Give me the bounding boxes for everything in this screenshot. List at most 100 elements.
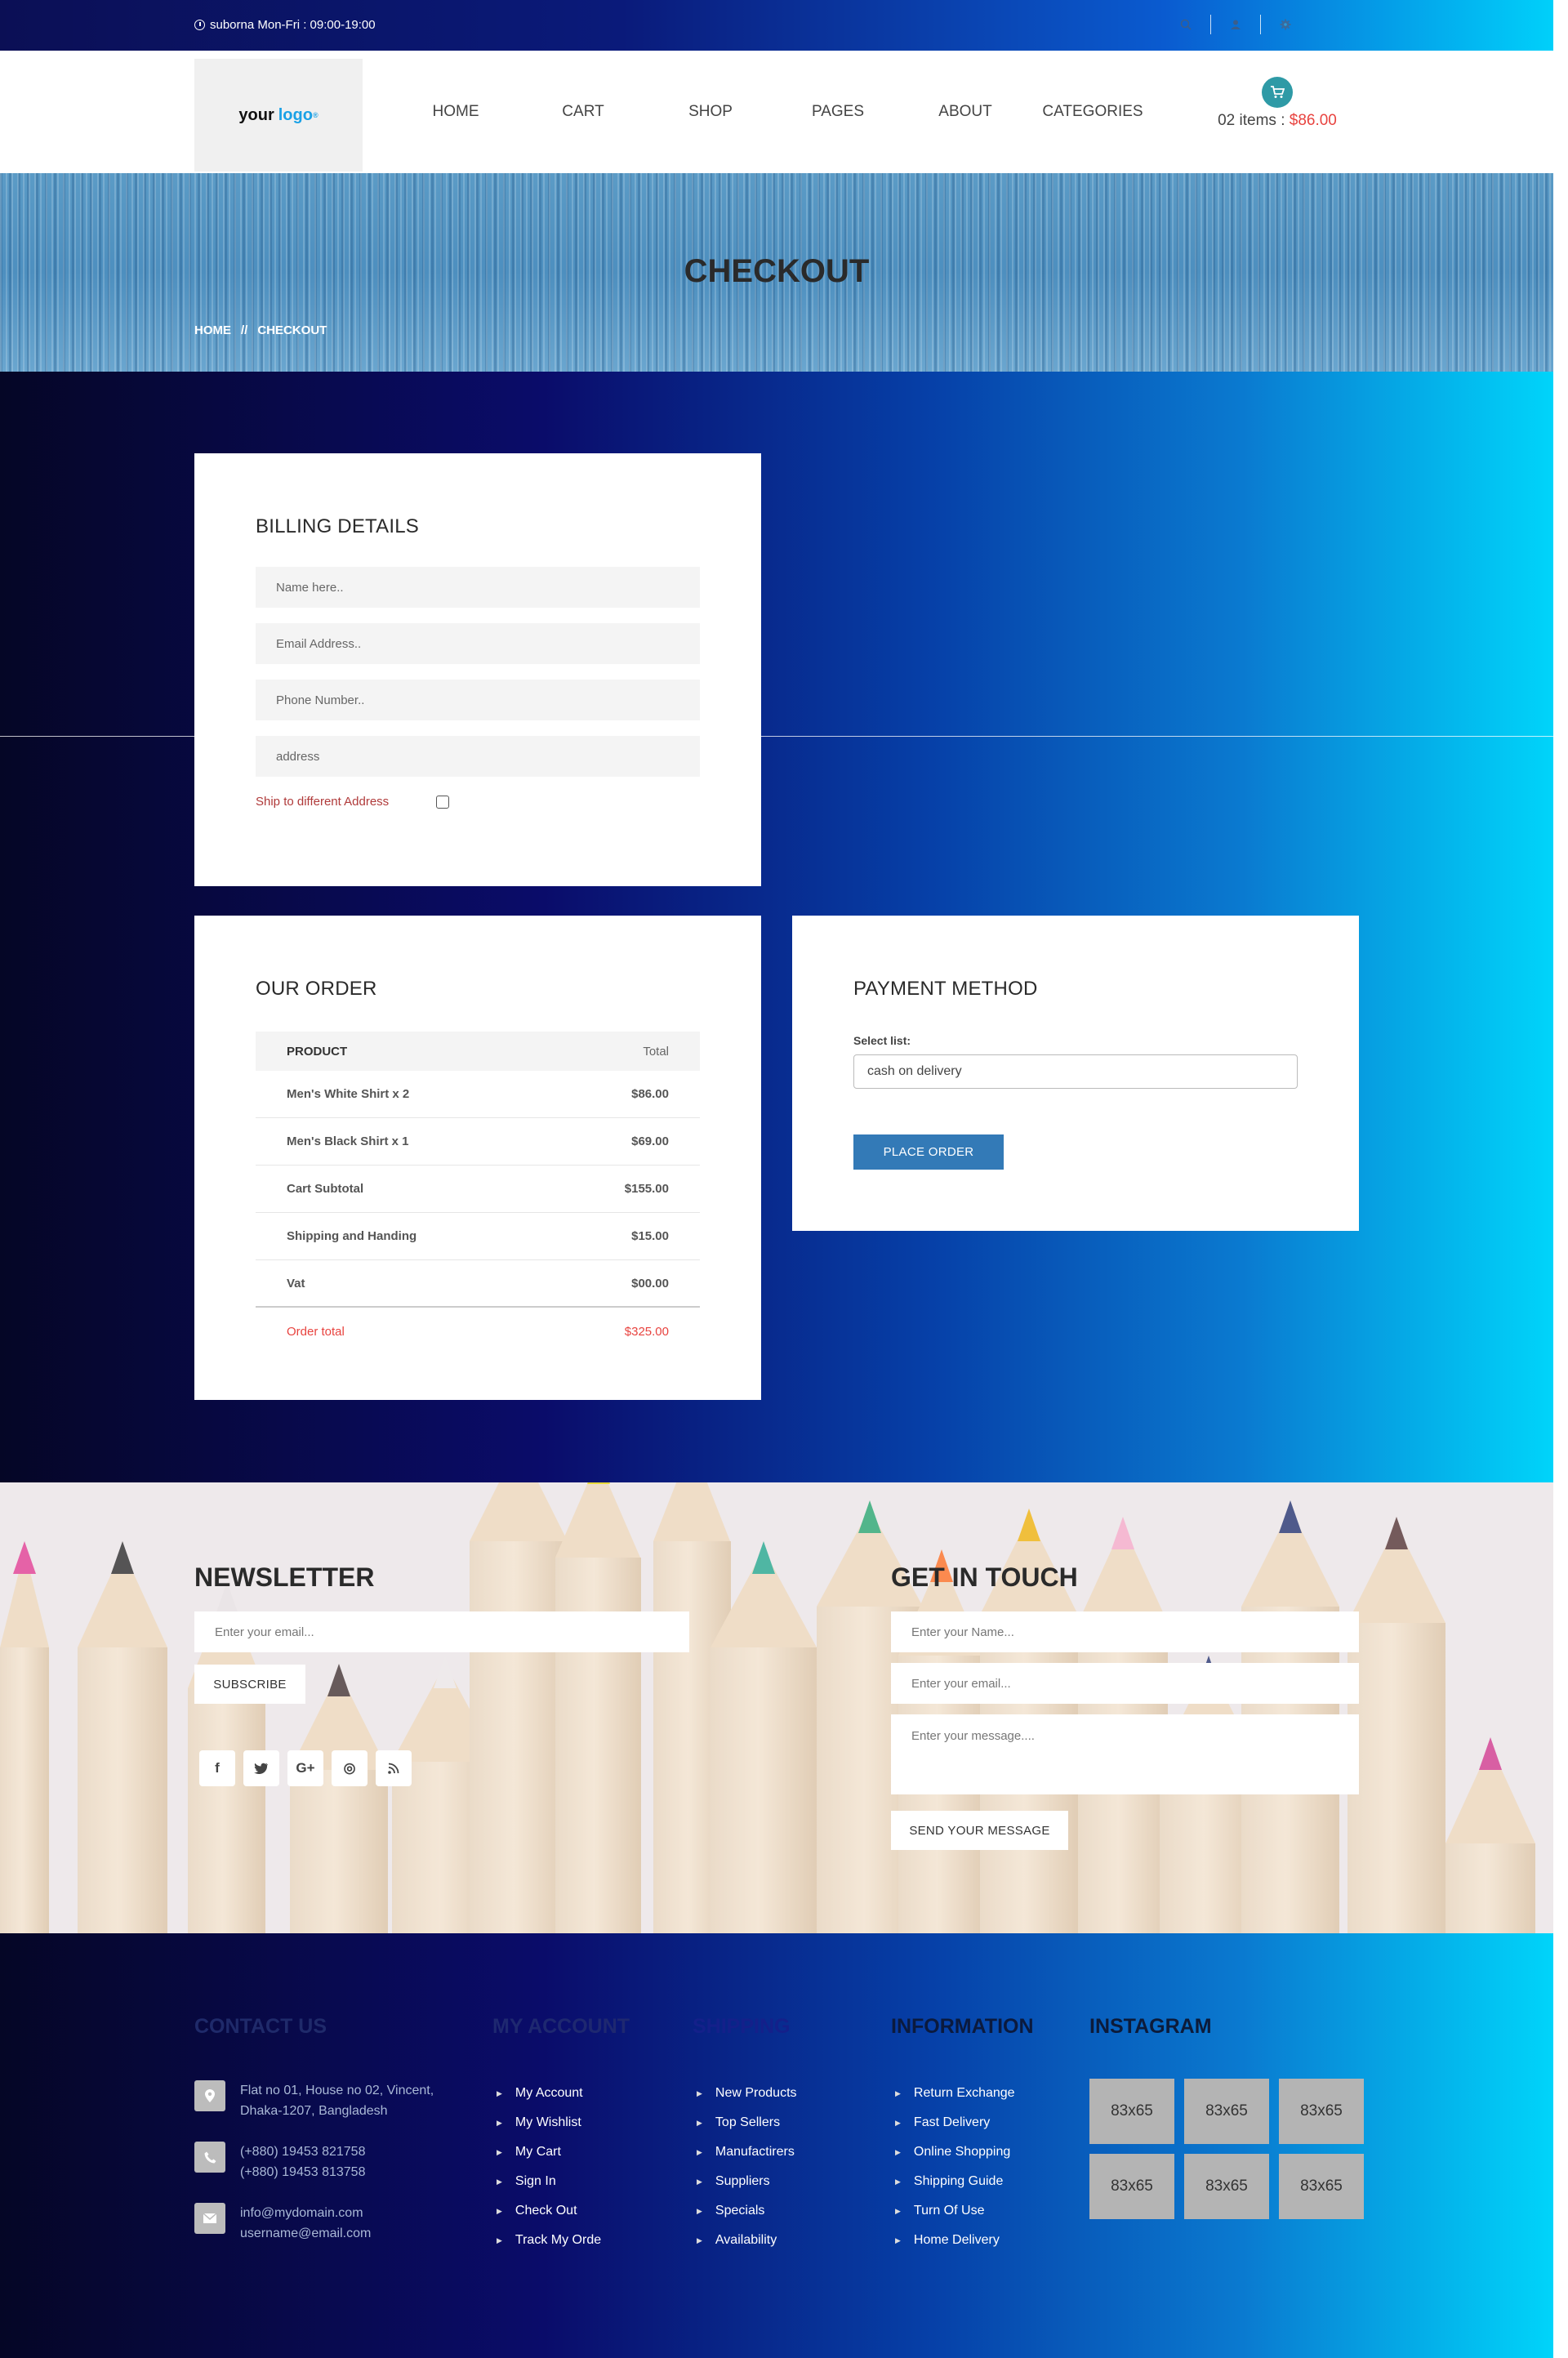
list-item-label: Check Out	[514, 2204, 577, 2218]
information-title: INFORMATION	[891, 2015, 1034, 2038]
list-item[interactable]: ▶ My Wishlist	[497, 2108, 601, 2137]
shipping-title: SHIPPING	[693, 2015, 791, 2038]
cart-total-price: $86.00	[1289, 112, 1337, 129]
site-footer: CONTACT US Flat no 01, House no 02, Vinc…	[0, 1933, 1553, 2358]
row-label: Shipping and Handing	[287, 1229, 417, 1243]
header-product: PRODUCT	[287, 1044, 348, 1059]
send-message-button[interactable]: SEND YOUR MESSAGE	[891, 1811, 1068, 1850]
caret-right-icon: ▶	[497, 2177, 502, 2186]
contact-name-input[interactable]: Enter your Name...	[891, 1611, 1359, 1652]
breadcrumb-current: CHECKOUT	[257, 323, 327, 337]
nav-categories[interactable]: CATEGORIES	[1029, 103, 1156, 121]
contact-message-textarea[interactable]: Enter your message....	[891, 1714, 1359, 1794]
instagram-tile[interactable]: 83x65	[1279, 2154, 1364, 2219]
order-table-header: PRODUCT Total	[256, 1032, 700, 1071]
list-item[interactable]: ▶ Manufactirers	[697, 2137, 797, 2167]
address-line-2: Dhaka-1207, Bangladesh	[240, 2104, 388, 2118]
nav-cart[interactable]: CART	[519, 103, 647, 121]
breadcrumb: HOME // CHECKOUT	[194, 323, 327, 337]
list-item[interactable]: ▶ Top Sellers	[697, 2108, 797, 2137]
billing-details-card: BILLING DETAILS Name here.. Email Addres…	[194, 453, 761, 886]
select-label: Select list:	[853, 1034, 911, 1047]
caret-right-icon: ▶	[697, 2235, 702, 2244]
rss-icon[interactable]	[376, 1750, 412, 1786]
list-item-label: Shipping Guide	[913, 2174, 1004, 2188]
instagram-tile[interactable]: 83x65	[1089, 2079, 1174, 2144]
email-line-1[interactable]: info@mydomain.com	[240, 2203, 371, 2223]
page-title: CHECKOUT	[684, 253, 870, 289]
list-item[interactable]: ▶ Home Delivery	[895, 2226, 1015, 2255]
list-item[interactable]: ▶ Fast Delivery	[895, 2108, 1015, 2137]
email-line-2[interactable]: username@email.com	[240, 2223, 371, 2244]
instagram-tile[interactable]: 83x65	[1089, 2154, 1174, 2219]
nav-about[interactable]: ABOUT	[902, 103, 1029, 121]
address-field[interactable]: address	[256, 736, 700, 777]
map-pin-icon	[194, 2080, 225, 2111]
nav-home[interactable]: HOME	[392, 103, 519, 121]
instagram-tile[interactable]: 83x65	[1184, 2079, 1269, 2144]
caret-right-icon: ▶	[895, 2235, 901, 2244]
instagram-tile[interactable]: 83x65	[1184, 2154, 1269, 2219]
breadcrumb-home[interactable]: HOME	[194, 323, 231, 337]
list-item[interactable]: ▶ Availability	[697, 2226, 797, 2255]
list-item[interactable]: ▶ Suppliers	[697, 2167, 797, 2196]
list-item[interactable]: ▶ Sign In	[497, 2167, 601, 2196]
list-item-label: Specials	[715, 2204, 765, 2218]
cart-icon[interactable]	[1262, 77, 1293, 108]
search-icon[interactable]	[1176, 15, 1196, 34]
list-item[interactable]: ▶ Turn Of Use	[895, 2196, 1015, 2226]
address-line-1: Flat no 01, House no 02, Vincent,	[240, 2084, 434, 2097]
list-item[interactable]: ▶ Specials	[697, 2196, 797, 2226]
user-icon[interactable]	[1226, 15, 1245, 34]
my-account-title: MY ACCOUNT	[492, 2015, 630, 2038]
row-label: Vat	[287, 1276, 305, 1290]
logo[interactable]: your logo ®	[194, 59, 363, 172]
list-item-label: Home Delivery	[913, 2233, 1000, 2247]
my-account-list: ▶ My Account ▶ My Wishlist ▶ My Cart ▶ Sign …	[497, 2079, 601, 2255]
newsletter-email-input[interactable]: Enter your email...	[194, 1611, 689, 1652]
list-item[interactable]: ▶ My Cart	[497, 2137, 601, 2167]
cart-item-count: 02 items :	[1218, 112, 1285, 129]
email-field[interactable]: Email Address..	[256, 623, 700, 664]
phone-line-2: (+880) 19453 813758	[240, 2165, 366, 2179]
ship-different-checkbox[interactable]	[436, 796, 449, 809]
contact-us-title: CONTACT US	[194, 2015, 327, 2038]
settings-icon[interactable]	[1276, 15, 1295, 34]
mini-cart[interactable]: 02 items : $86.00	[1212, 77, 1343, 130]
list-item[interactable]: ▶ Check Out	[497, 2196, 601, 2226]
list-item[interactable]: ▶ My Account	[497, 2079, 601, 2108]
order-card: OUR ORDER PRODUCT Total Men's White Shir…	[194, 916, 761, 1400]
nav-shop[interactable]: SHOP	[647, 103, 774, 121]
phone-field[interactable]: Phone Number..	[256, 680, 700, 720]
caret-right-icon: ▶	[497, 2235, 502, 2244]
contact-email-input[interactable]: Enter your email...	[891, 1663, 1359, 1704]
instagram-tile[interactable]: 83x65	[1279, 2079, 1364, 2144]
order-total-row: Order total $325.00	[256, 1308, 700, 1355]
facebook-icon[interactable]: f	[199, 1750, 235, 1786]
nav-pages[interactable]: PAGES	[774, 103, 902, 121]
twitter-icon[interactable]	[243, 1750, 279, 1786]
row-label: Men's White Shirt x 2	[287, 1087, 410, 1101]
list-item[interactable]: ▶ Track My Orde	[497, 2226, 601, 2255]
caret-right-icon: ▶	[697, 2118, 702, 2127]
list-item[interactable]: ▶ Return Exchange	[895, 2079, 1015, 2108]
list-item[interactable]: ▶ Online Shopping	[895, 2137, 1015, 2167]
opening-hours-text: suborna Mon-Fri : 09:00-19:00	[210, 18, 376, 32]
payment-select[interactable]: cash on delivery	[853, 1054, 1298, 1089]
ship-different-label: Ship to different Address	[256, 795, 390, 809]
place-order-button[interactable]: PLACE ORDER	[853, 1134, 1004, 1170]
list-item[interactable]: ▶ New Products	[697, 2079, 797, 2108]
google-plus-icon[interactable]: G+	[287, 1750, 323, 1786]
order-total-value: $325.00	[624, 1324, 669, 1339]
breadcrumb-separator: //	[241, 323, 248, 337]
top-bar: suborna Mon-Fri : 09:00-19:00	[0, 0, 1553, 51]
list-item-label: Availability	[715, 2233, 777, 2247]
dribbble-icon[interactable]: ◎	[332, 1750, 368, 1786]
list-item-label: My Wishlist	[514, 2115, 581, 2129]
name-field[interactable]: Name here..	[256, 567, 700, 608]
divider	[1210, 15, 1211, 34]
divider	[1260, 15, 1261, 34]
subscribe-button[interactable]: SUBSCRIBE	[194, 1665, 305, 1704]
checkout-section: BILLING DETAILS Name here.. Email Addres…	[0, 372, 1553, 1482]
list-item[interactable]: ▶ Shipping Guide	[895, 2167, 1015, 2196]
